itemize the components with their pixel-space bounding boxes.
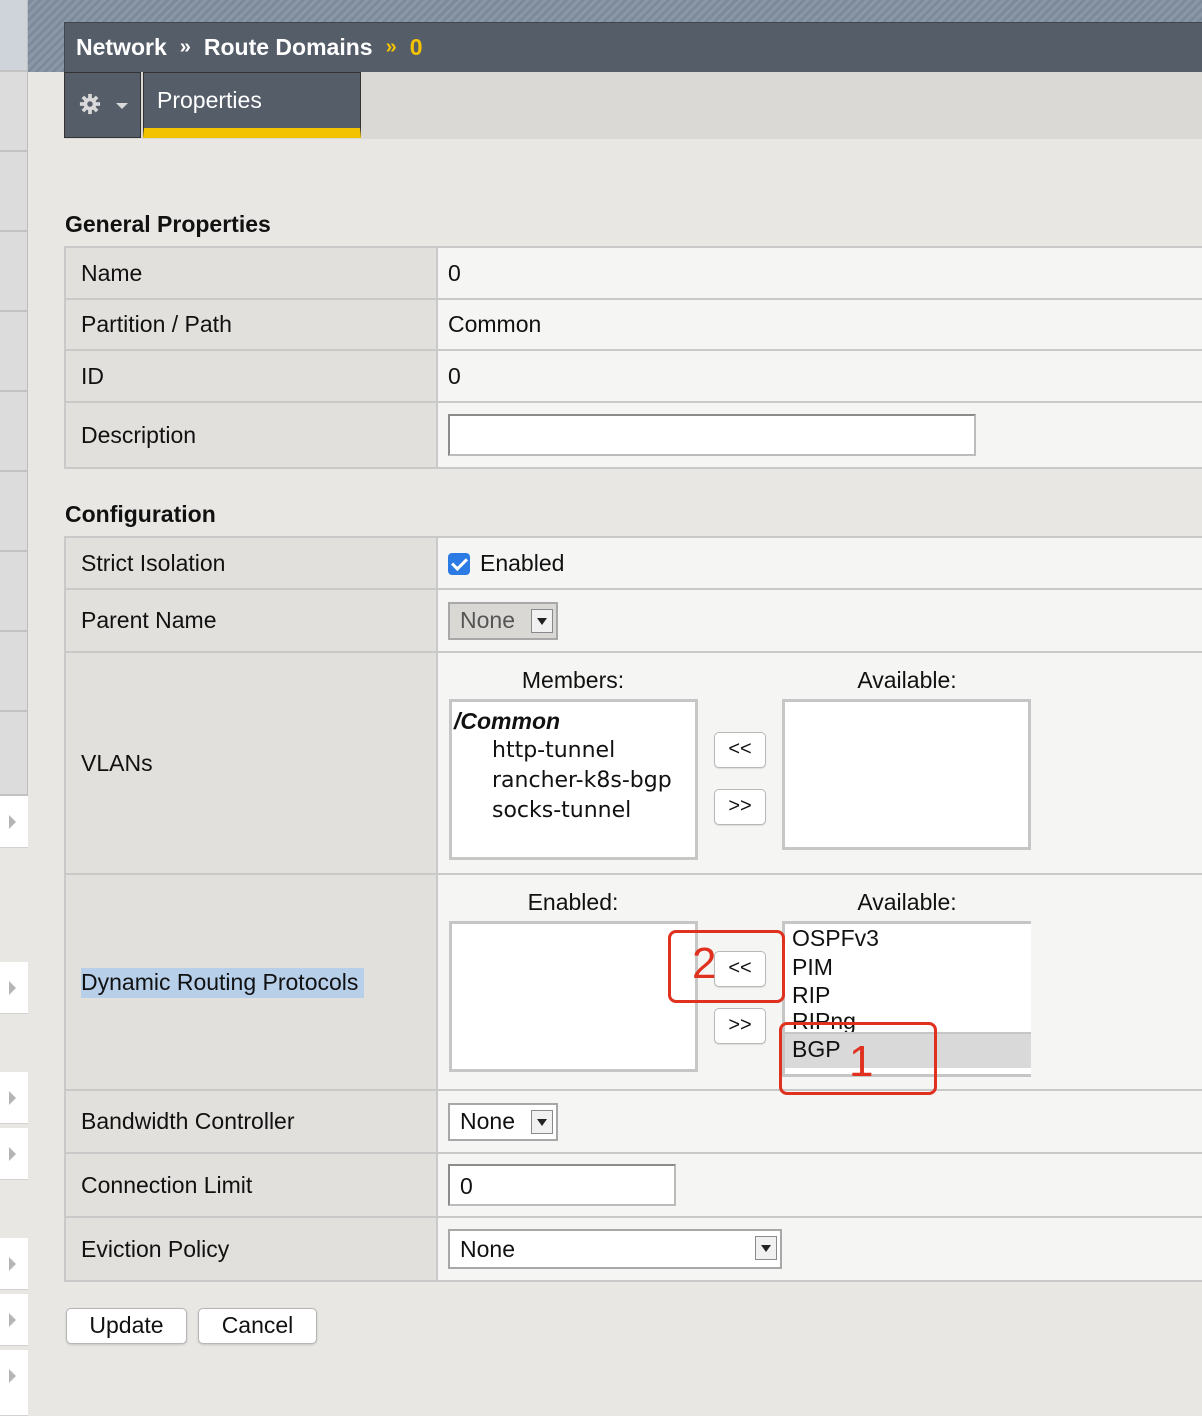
left-strip-block [0,152,28,232]
strict-isolation-checkbox[interactable] [448,553,470,576]
routing-available-header: Available: [857,889,957,915]
left-strip-block [0,632,28,712]
breadcrumb-network[interactable]: Network [76,34,167,61]
cancel-button[interactable]: Cancel [198,1308,317,1344]
name-value: 0 [436,246,1202,300]
dropdown-arrow-icon [755,1236,777,1260]
section-title-configuration: Configuration [65,501,216,527]
bandwidth-select[interactable]: None [448,1102,558,1141]
name-label: Name [64,246,438,300]
dropdown-arrow-icon [531,608,553,633]
gear-icon [79,93,101,115]
general-properties-table: Name 0 Partition / Path Common ID 0 Desc… [64,246,1202,469]
left-strip-expander[interactable] [0,1072,28,1124]
description-input[interactable] [448,414,976,456]
vlan-group-header: /Common [454,708,561,734]
routing-available-item[interactable]: OSPFv3 [785,924,1031,953]
left-strip-expander[interactable] [0,1294,28,1346]
left-strip-block [0,72,28,152]
connection-limit-input[interactable]: 0 [448,1164,676,1206]
breadcrumb-route-domains[interactable]: Route Domains [204,34,373,61]
section-title-general: General Properties [65,211,271,237]
parent-name-value: None [460,607,515,633]
vlan-available-list[interactable] [782,699,1031,850]
left-strip-block [0,312,28,392]
vlan-available-header: Available: [857,667,957,693]
routing-enabled-header: Enabled: [527,889,619,915]
left-strip-expander[interactable] [0,1350,28,1416]
tab-properties[interactable]: Properties [143,72,361,138]
vlans-label: VLANs [64,651,438,875]
strict-isolation-checkbox-label: Enabled [480,549,565,576]
left-strip-expander[interactable] [0,796,28,848]
eviction-policy-select[interactable]: None [448,1229,782,1269]
tab-bar: Properties [64,72,1202,139]
left-strip-expander[interactable] [0,1238,28,1290]
expand-arrow-icon [9,1091,16,1105]
bandwidth-cell: None [436,1089,1202,1154]
expand-arrow-icon [9,815,16,829]
vlan-move-left-button[interactable]: << [714,732,766,768]
left-strip-expander[interactable] [0,1128,28,1180]
strict-isolation-cell: Enabled [436,536,1202,590]
expand-arrow-icon [9,981,16,995]
dynamic-routing-label: Dynamic Routing Protocols [81,967,365,998]
eviction-policy-label: Eviction Policy [64,1216,438,1282]
partition-value: Common [436,298,1202,351]
expand-arrow-icon [9,1147,16,1161]
breadcrumb-separator: » [179,36,191,58]
left-strip-block [0,552,28,632]
routing-enabled-list[interactable] [449,921,698,1072]
bandwidth-value: None [460,1108,515,1134]
update-button[interactable]: Update [66,1308,187,1344]
routing-move-right-button[interactable]: >> [714,1008,766,1044]
breadcrumb-current: 0 [409,34,423,60]
annotation-number-1: 1 [849,1037,874,1086]
description-label: Description [64,401,438,469]
left-strip-block [0,232,28,312]
partition-label: Partition / Path [64,298,438,351]
left-strip-block [0,392,28,472]
routing-label-cell: Dynamic Routing Protocols [64,873,438,1091]
parent-name-cell: None [436,588,1202,653]
eviction-policy-cell: None [436,1216,1202,1282]
left-strip-spacer [0,1180,28,1238]
routing-available-item[interactable]: PIM [785,953,1031,982]
left-strip-spacer [0,848,28,906]
breadcrumb-separator: » [385,36,397,58]
vlan-members-list[interactable]: /Common http-tunnel rancher-k8s-bgp sock… [449,699,698,860]
parent-name-select: None [448,601,558,640]
left-strip-block [0,0,28,72]
vlan-member-item[interactable]: rancher-k8s-bgp [452,766,695,796]
connection-limit-label: Connection Limit [64,1152,438,1218]
id-label: ID [64,349,438,403]
left-strip-spacer [0,1014,28,1072]
left-strip-block [0,712,28,796]
strict-isolation-label: Strict Isolation [64,536,438,590]
vlan-members-header: Members: [521,667,625,693]
expand-arrow-icon [9,1369,16,1383]
gear-menu-button[interactable] [64,72,141,138]
parent-name-label: Parent Name [64,588,438,653]
annotation-box-2 [668,930,785,1003]
bandwidth-label: Bandwidth Controller [64,1089,438,1154]
left-strip-expander[interactable] [0,962,28,1014]
dropdown-arrow-icon [531,1109,553,1134]
routing-available-item[interactable]: RIP [785,981,1031,1010]
breadcrumb: Network » Route Domains » 0 [64,22,1202,72]
expand-arrow-icon [9,1257,16,1271]
expand-arrow-icon [9,1313,16,1327]
vlan-member-item[interactable]: socks-tunnel [452,796,695,826]
vlan-move-right-button[interactable]: >> [714,789,766,825]
annotation-number-2: 2 [692,939,717,988]
left-strip-block [0,472,28,552]
eviction-policy-value: None [460,1235,515,1262]
vlan-member-item[interactable]: http-tunnel [452,736,695,766]
id-value: 0 [436,349,1202,403]
chevron-down-icon [116,103,128,109]
left-navigation-strip [0,0,28,1416]
description-cell [436,401,1202,469]
connection-limit-cell: 0 [436,1152,1202,1218]
